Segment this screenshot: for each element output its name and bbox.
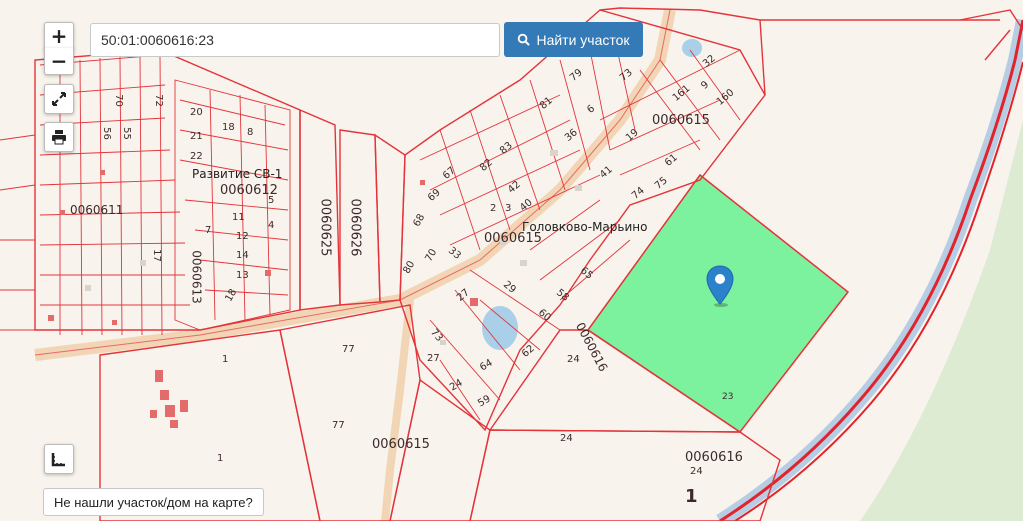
fullscreen-button[interactable] — [44, 84, 74, 114]
cadastral-number-search-input[interactable] — [90, 23, 500, 57]
location-pin-icon[interactable] — [705, 264, 735, 308]
parcel-not-found-button[interactable]: Не нашли участок/дом на карте? — [43, 488, 264, 516]
ruler-button[interactable] — [44, 444, 74, 474]
print-button[interactable] — [44, 122, 74, 152]
map-canvas[interactable] — [0, 0, 1023, 521]
cadastral-map[interactable]: 0060615 0060612 0060611 0060613 0060625 … — [0, 0, 1023, 521]
zoom-out-button[interactable]: − — [44, 48, 74, 75]
ruler-icon — [51, 453, 65, 467]
printer-icon — [52, 130, 66, 145]
search-icon — [518, 33, 531, 46]
zoom-in-button[interactable]: + — [44, 22, 74, 50]
expand-icon — [52, 92, 66, 106]
find-parcel-button[interactable]: Найти участок — [504, 22, 643, 57]
find-parcel-button-label: Найти участок — [536, 31, 630, 48]
